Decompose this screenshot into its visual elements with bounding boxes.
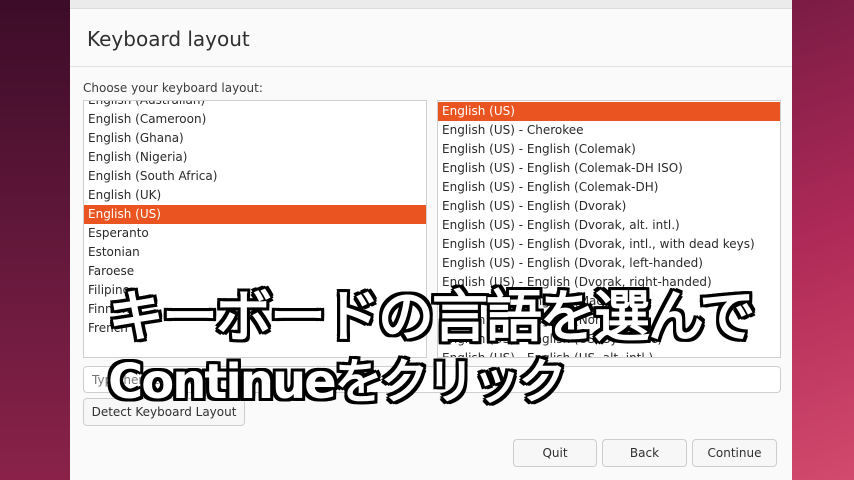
installer-window: Keyboard layout Choose your keyboard lay… <box>70 0 792 480</box>
variant-list-item[interactable]: English (US) - English (Dvorak, right-ha… <box>438 273 780 292</box>
desktop-wallpaper-left <box>0 0 70 480</box>
continue-button[interactable]: Continue <box>692 439 777 467</box>
layout-list-item[interactable]: English (Nigeria) <box>84 148 426 167</box>
layout-list-item[interactable]: English (Cameroon) <box>84 110 426 129</box>
variant-list-item[interactable]: English (US) - English (Dvorak, left-han… <box>438 254 780 273</box>
layout-list-item[interactable]: Finnish <box>84 300 426 319</box>
layout-list-item[interactable]: Esperanto <box>84 224 426 243</box>
variant-list[interactable]: English (US) English (US) - Cherokee Engli… <box>437 100 781 358</box>
layout-list-item[interactable]: French <box>84 319 426 338</box>
variant-list-item[interactable]: English (US) - English (Dvorak) <box>438 197 780 216</box>
quit-button[interactable]: Quit <box>513 439 597 467</box>
variant-list-item[interactable]: English (US) - English (US, Symbolic) <box>438 330 780 349</box>
layout-prompt: Choose your keyboard layout: <box>83 81 263 95</box>
layout-list-item[interactable]: Estonian <box>84 243 426 262</box>
variant-list-item[interactable]: English (US) - English (Macintosh) <box>438 292 780 311</box>
layout-list-item[interactable]: Filipino <box>84 281 426 300</box>
variant-list-item[interactable]: English (US) - English (Colemak) <box>438 140 780 159</box>
layout-list-item[interactable]: Faroese <box>84 262 426 281</box>
variant-list-item[interactable]: English (US) - English (Dvorak, intl., w… <box>438 235 780 254</box>
variant-list-item[interactable]: English (US) - Cherokee <box>438 121 780 140</box>
variant-list-item[interactable]: English (US) - English (Norman) <box>438 311 780 330</box>
variant-list-item[interactable]: English (US) - English (Dvorak, alt. int… <box>438 216 780 235</box>
title-bar <box>70 0 792 9</box>
layout-list-item[interactable]: English (Australian) <box>84 101 426 110</box>
variant-list-item[interactable]: English (US) - English (Colemak-DH ISO) <box>438 159 780 178</box>
variant-list-item[interactable]: English (US) - English (Colemak-DH) <box>438 178 780 197</box>
layout-list-item[interactable]: English (UK) <box>84 186 426 205</box>
layout-list-item[interactable]: English (US) <box>84 205 426 224</box>
layout-list[interactable]: English (Australian) English (Cameroon) En… <box>83 100 427 358</box>
layout-list-item[interactable]: English (South Africa) <box>84 167 426 186</box>
desktop-wallpaper-right <box>792 0 854 480</box>
detect-layout-button[interactable]: Detect Keyboard Layout <box>83 398 245 426</box>
layout-list-item[interactable]: English (Ghana) <box>84 129 426 148</box>
variant-list-item[interactable]: English (US) <box>438 102 780 121</box>
page-title: Keyboard layout <box>87 27 250 51</box>
keyboard-test-input[interactable] <box>83 366 781 393</box>
header-divider <box>70 66 792 67</box>
variant-list-item[interactable]: English (US) - English (US, alt. intl.) <box>438 349 780 357</box>
back-button[interactable]: Back <box>602 439 687 467</box>
